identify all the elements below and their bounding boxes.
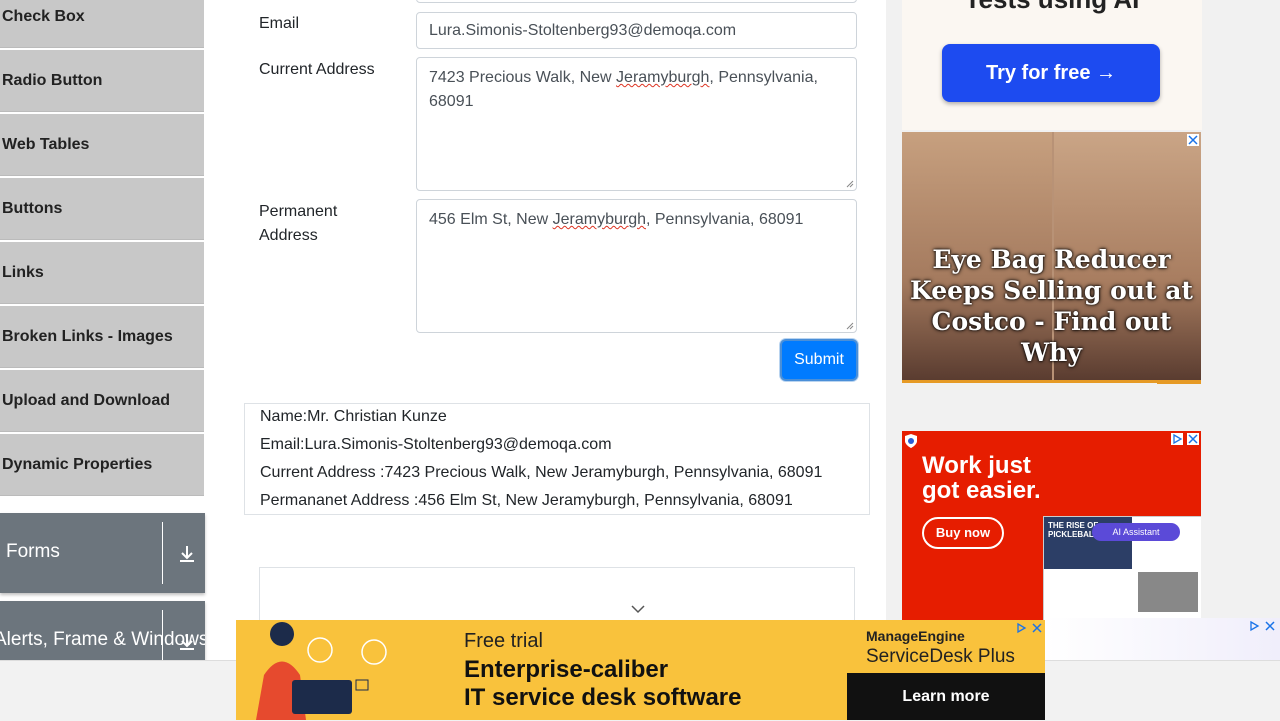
ad-work-title-2: got easier. — [922, 477, 1041, 504]
ad-doc-image — [1138, 572, 1198, 612]
sidebar-item-upload-download[interactable]: Upload and Download — [0, 370, 204, 433]
group-label: Alerts, Frame & Windows — [0, 629, 205, 650]
sidebar-item-web-tables[interactable]: Web Tables — [0, 114, 204, 177]
permanent-address-textarea[interactable]: 456 Elm St, New Jeramyburgh, Pennsylvani… — [416, 199, 857, 333]
ad-close-icon[interactable] — [1031, 622, 1043, 634]
permanent-address-label: Permanent Address — [259, 203, 338, 244]
spellcheck-word: Jeramyburgh — [552, 211, 646, 228]
textarea-text: , Pennsylvania, 68091 — [645, 211, 804, 228]
ad-headline: Tests using AI — [902, 0, 1202, 15]
ai-assistant-badge: AI Assistant — [1092, 523, 1180, 541]
ad-bottom-banner[interactable]: Free trial Enterprise-caliber IT service… — [236, 620, 1045, 720]
sidebar-item-radio-button[interactable]: Radio Button — [0, 50, 204, 113]
adchoices-icon[interactable] — [1015, 622, 1027, 634]
resize-handle-icon[interactable] — [846, 322, 854, 330]
sidebar-item-label: Broken Links - Images — [2, 328, 173, 345]
shield-icon — [905, 434, 917, 448]
current-address-label: Current Address — [259, 61, 375, 78]
sidebar-item-label: Upload and Download — [2, 392, 170, 409]
sidebar-item-label: Buttons — [2, 200, 63, 217]
adchoices-icon[interactable] — [1248, 620, 1260, 632]
sidebar-item-label: Web Tables — [2, 136, 90, 153]
resize-handle-icon[interactable] — [846, 180, 854, 188]
textarea-text: 7423 Precious Walk, New — [429, 69, 617, 86]
output-email: Email:Lura.Simonis-Stoltenberg93@demoqa.… — [260, 436, 612, 453]
buy-now-button[interactable]: Buy now — [922, 517, 1004, 549]
sidebar-group-forms[interactable]: Forms — [0, 513, 205, 593]
current-address-textarea[interactable]: 7423 Precious Walk, New Jeramyburgh, Pen… — [416, 57, 857, 191]
ad-eye-bag-text: Eye Bag Reducer Keeps Selling out at Cos… — [910, 245, 1193, 367]
group-label: Forms — [6, 541, 60, 562]
sidebar-item-dynamic-properties[interactable]: Dynamic Properties — [0, 434, 204, 497]
ad-spacer — [902, 383, 1157, 429]
sidebar-item-check-box[interactable]: Check Box — [0, 0, 204, 49]
divider — [162, 610, 163, 660]
textarea-text: 456 Elm St, New — [429, 211, 553, 228]
ad-free-trial: Free trial — [464, 630, 543, 652]
ad-close-icon[interactable] — [1264, 620, 1276, 632]
main-content: Email Lura.Simonis-Stoltenberg93@demoqa.… — [229, 0, 886, 667]
ad-work-title-1: Work just — [922, 452, 1031, 479]
sidebar-item-label: Dynamic Properties — [2, 456, 153, 473]
output-box: Name:Mr. Christian Kunze Email:Lura.Simo… — [244, 403, 870, 515]
right-ad-column: Tests using AI Try for free → Eye Bag Re… — [886, 0, 1280, 660]
adchoices-icon[interactable] — [1171, 433, 1183, 445]
left-sidebar: Check Box Radio Button Web Tables Button… — [0, 0, 230, 660]
ad-side-strip — [1045, 618, 1280, 660]
try-for-free-button[interactable]: Try for free → — [942, 44, 1160, 102]
email-input[interactable]: Lura.Simonis-Stoltenberg93@demoqa.com — [416, 12, 857, 49]
ad-bottom-line1: Enterprise-caliber — [464, 656, 669, 683]
email-label: Email — [259, 15, 300, 32]
output-current-address: Current Address :7423 Precious Walk, New… — [260, 464, 823, 481]
output-permanent-address: Permananet Address :456 Elm St, New Jera… — [260, 492, 793, 509]
ad-illustration-person — [256, 622, 387, 720]
sidebar-group-alerts-frame-windows[interactable]: Alerts, Frame & Windows — [0, 601, 205, 660]
sidebar-item-buttons[interactable]: Buttons — [0, 178, 204, 241]
ad-close-icon[interactable] — [1187, 433, 1199, 445]
divider — [162, 522, 163, 584]
spellcheck-word: Jeramyburgh — [616, 69, 710, 86]
sidebar-item-label: Radio Button — [2, 72, 103, 89]
ad-brand-2: ServiceDesk Plus — [866, 646, 1015, 667]
sidebar-item-label: Links — [2, 264, 44, 281]
submit-button[interactable]: Submit — [782, 341, 856, 379]
output-name: Name:Mr. Christian Kunze — [260, 408, 447, 425]
learn-more-button[interactable]: Learn more — [847, 673, 1045, 720]
ad-brand-1: ManageEngine — [866, 628, 965, 644]
sidebar-item-broken-links[interactable]: Broken Links - Images — [0, 306, 204, 369]
ad-bottom-line2: IT service desk software — [464, 684, 742, 711]
download-arrow-icon — [180, 634, 194, 650]
download-arrow-icon — [180, 546, 194, 562]
name-field-partial[interactable] — [416, 0, 857, 3]
ad-eye-bag[interactable]: Eye Bag Reducer Keeps Selling out at Cos… — [902, 132, 1201, 384]
ad-try-for-free[interactable]: Tests using AI Try for free → — [902, 0, 1202, 130]
chevron-down-icon[interactable] — [630, 604, 646, 614]
sidebar-item-links[interactable]: Links — [0, 242, 204, 305]
ad-close-icon[interactable] — [1187, 134, 1199, 146]
sidebar-item-label: Check Box — [2, 8, 85, 25]
